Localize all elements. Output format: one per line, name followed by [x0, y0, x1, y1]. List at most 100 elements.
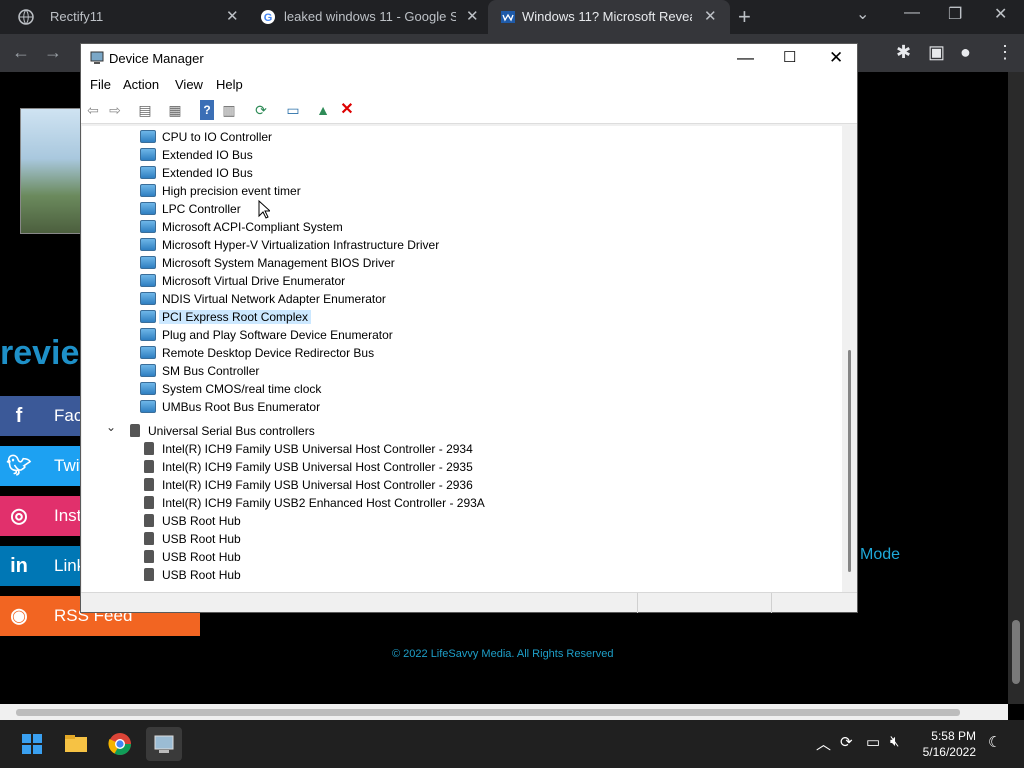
title-bar[interactable]: Device Manager — ☐ ✕: [81, 44, 857, 74]
status-divider: [637, 593, 638, 613]
windows-start-icon[interactable]: [16, 728, 48, 760]
tab-google-search[interactable]: G leaked windows 11 - Google Sea ✕: [248, 0, 488, 34]
minimize-icon[interactable]: —: [737, 48, 754, 68]
tree-item-label: USB Root Hub: [162, 550, 241, 564]
menu-help[interactable]: Help: [216, 77, 243, 92]
usb-icon: [130, 424, 140, 437]
scan-hardware-icon[interactable]: ▭: [283, 100, 303, 120]
system-device-icon: [140, 292, 156, 305]
network-icon[interactable]: ▭: [866, 733, 880, 751]
tree-item-label: Microsoft System Management BIOS Driver: [162, 256, 395, 270]
back-arrow-icon[interactable]: ⇦: [83, 100, 103, 120]
forward-arrow-icon[interactable]: ⇨: [105, 100, 125, 120]
help-icon[interactable]: ?: [200, 100, 214, 120]
close-tab-icon[interactable]: ✕: [226, 7, 239, 25]
uninstall-device-icon[interactable]: ✕: [337, 100, 357, 120]
device-manager-icon: [90, 51, 104, 64]
profile-avatar-icon[interactable]: ●: [960, 42, 971, 63]
back-arrow-icon[interactable]: ←: [12, 42, 30, 63]
tree-item-label: SM Bus Controller: [162, 364, 260, 378]
tab-windows-11-article[interactable]: Windows 11? Microsoft Reveals W ✕: [488, 0, 730, 34]
window-title: Device Manager: [109, 51, 204, 66]
system-device-icon: [140, 238, 156, 251]
clock-time: 5:58 PM: [931, 729, 976, 743]
close-icon[interactable]: ✕: [829, 48, 843, 68]
extensions-puzzle-icon[interactable]: ✱: [896, 42, 911, 63]
tab-rectify11[interactable]: Rectify11 ✕: [6, 0, 246, 34]
menu-bar: File Action View Help: [81, 74, 857, 96]
restore-icon[interactable]: ❐: [948, 4, 962, 24]
system-device-icon: [140, 130, 156, 143]
mode-link[interactable]: Mode: [860, 546, 900, 564]
view-icon[interactable]: ▥: [219, 100, 239, 120]
tree-item-label: USB Root Hub: [162, 532, 241, 546]
properties-icon[interactable]: ▦: [165, 100, 185, 120]
status-bar: [81, 592, 857, 613]
usb-icon: [144, 460, 154, 473]
device-manager-taskbar-icon[interactable]: [146, 727, 182, 761]
notifications-icon[interactable]: ☾: [988, 733, 1001, 751]
close-tab-icon[interactable]: ✕: [704, 7, 717, 25]
tree-item-label: Extended IO Bus: [162, 166, 253, 180]
volume-muted-icon[interactable]: 🔇︎: [890, 733, 899, 750]
system-device-icon: [140, 166, 156, 179]
close-window-icon[interactable]: ✕: [994, 4, 1007, 24]
facebook-icon: f: [15, 405, 23, 427]
twitter-icon: 🐦︎: [6, 455, 32, 477]
page-scroll-thumb[interactable]: [1012, 620, 1020, 684]
tab-title: leaked windows 11 - Google Sea: [284, 9, 456, 24]
tree-item-label: Intel(R) ICH9 Family USB Universal Host …: [162, 442, 473, 456]
device-tree: CPU to IO Controller Extended IO Bus Exten…: [82, 126, 842, 592]
svg-text:G: G: [264, 12, 273, 24]
add-driver-icon[interactable]: ▲: [313, 100, 333, 120]
tree-scroll-thumb[interactable]: [848, 350, 851, 572]
sync-icon[interactable]: ⟳: [840, 733, 853, 751]
tree-item-label: PCI Express Root Complex: [159, 310, 312, 324]
taskbar-clock[interactable]: 5:58 PM 5/16/2022: [914, 728, 976, 760]
minimize-icon[interactable]: —: [904, 4, 920, 22]
forward-arrow-icon[interactable]: →: [44, 42, 62, 63]
system-device-icon: [140, 220, 156, 233]
usb-icon: [144, 550, 154, 563]
close-tab-icon[interactable]: ✕: [466, 7, 479, 25]
clock-date: 5/16/2022: [922, 745, 976, 759]
tree-item-label: Remote Desktop Device Redirector Bus: [162, 346, 375, 360]
linkedin-icon: in: [10, 555, 28, 577]
show-hide-tree-icon[interactable]: ▤: [135, 100, 155, 120]
usb-icon: [144, 568, 154, 581]
new-tab-button[interactable]: +: [738, 4, 751, 30]
usb-icon: [144, 442, 154, 455]
chevron-down-icon[interactable]: ⌄: [106, 420, 116, 434]
instagram-icon: ◎: [10, 505, 28, 527]
more-menu-icon[interactable]: ⋮: [996, 42, 1014, 63]
update-driver-icon[interactable]: ⟳: [251, 100, 271, 120]
usb-icon: [144, 514, 154, 527]
side-panel-icon[interactable]: ▣: [928, 42, 945, 63]
menu-file[interactable]: File: [90, 77, 111, 92]
browser-tab-strip: Rectify11 ✕ G leaked windows 11 - Google…: [0, 0, 1024, 34]
file-explorer-icon[interactable]: [60, 728, 92, 760]
chevron-up-icon[interactable]: ︿: [816, 733, 831, 754]
tree-item-label: Intel(R) ICH9 Family USB2 Enhanced Host …: [162, 496, 485, 510]
system-device-icon: [140, 364, 156, 377]
tree-item-label: Microsoft Hyper-V Virtualization Infrast…: [162, 238, 440, 252]
tree-item-label: CPU to IO Controller: [162, 130, 273, 144]
status-divider: [771, 593, 772, 613]
menu-view[interactable]: View: [175, 77, 203, 92]
chrome-icon[interactable]: [104, 728, 136, 760]
page-vertical-scrollbar[interactable]: [1008, 72, 1024, 704]
chevron-down-icon[interactable]: ⌄: [856, 4, 869, 24]
rss-icon: ◉: [10, 605, 28, 627]
system-device-icon: [140, 328, 156, 341]
article-hero-image[interactable]: [20, 108, 82, 234]
maximize-icon[interactable]: ☐: [783, 48, 796, 66]
system-device-icon: [140, 202, 156, 215]
site-brand-text: revie: [0, 334, 80, 372]
page-hscroll-thumb[interactable]: [16, 709, 960, 716]
tab-title: Rectify11: [50, 9, 104, 24]
tab-title: Windows 11? Microsoft Reveals W: [522, 9, 692, 24]
dm-toolbar: ⇦ ⇨ ▤ ▦ ? ▥ ⟳ ▭ ▲ ✕: [81, 96, 857, 124]
tree-item-label: Intel(R) ICH9 Family USB Universal Host …: [162, 478, 473, 492]
menu-action[interactable]: Action: [123, 77, 159, 92]
system-device-icon: [140, 274, 156, 287]
